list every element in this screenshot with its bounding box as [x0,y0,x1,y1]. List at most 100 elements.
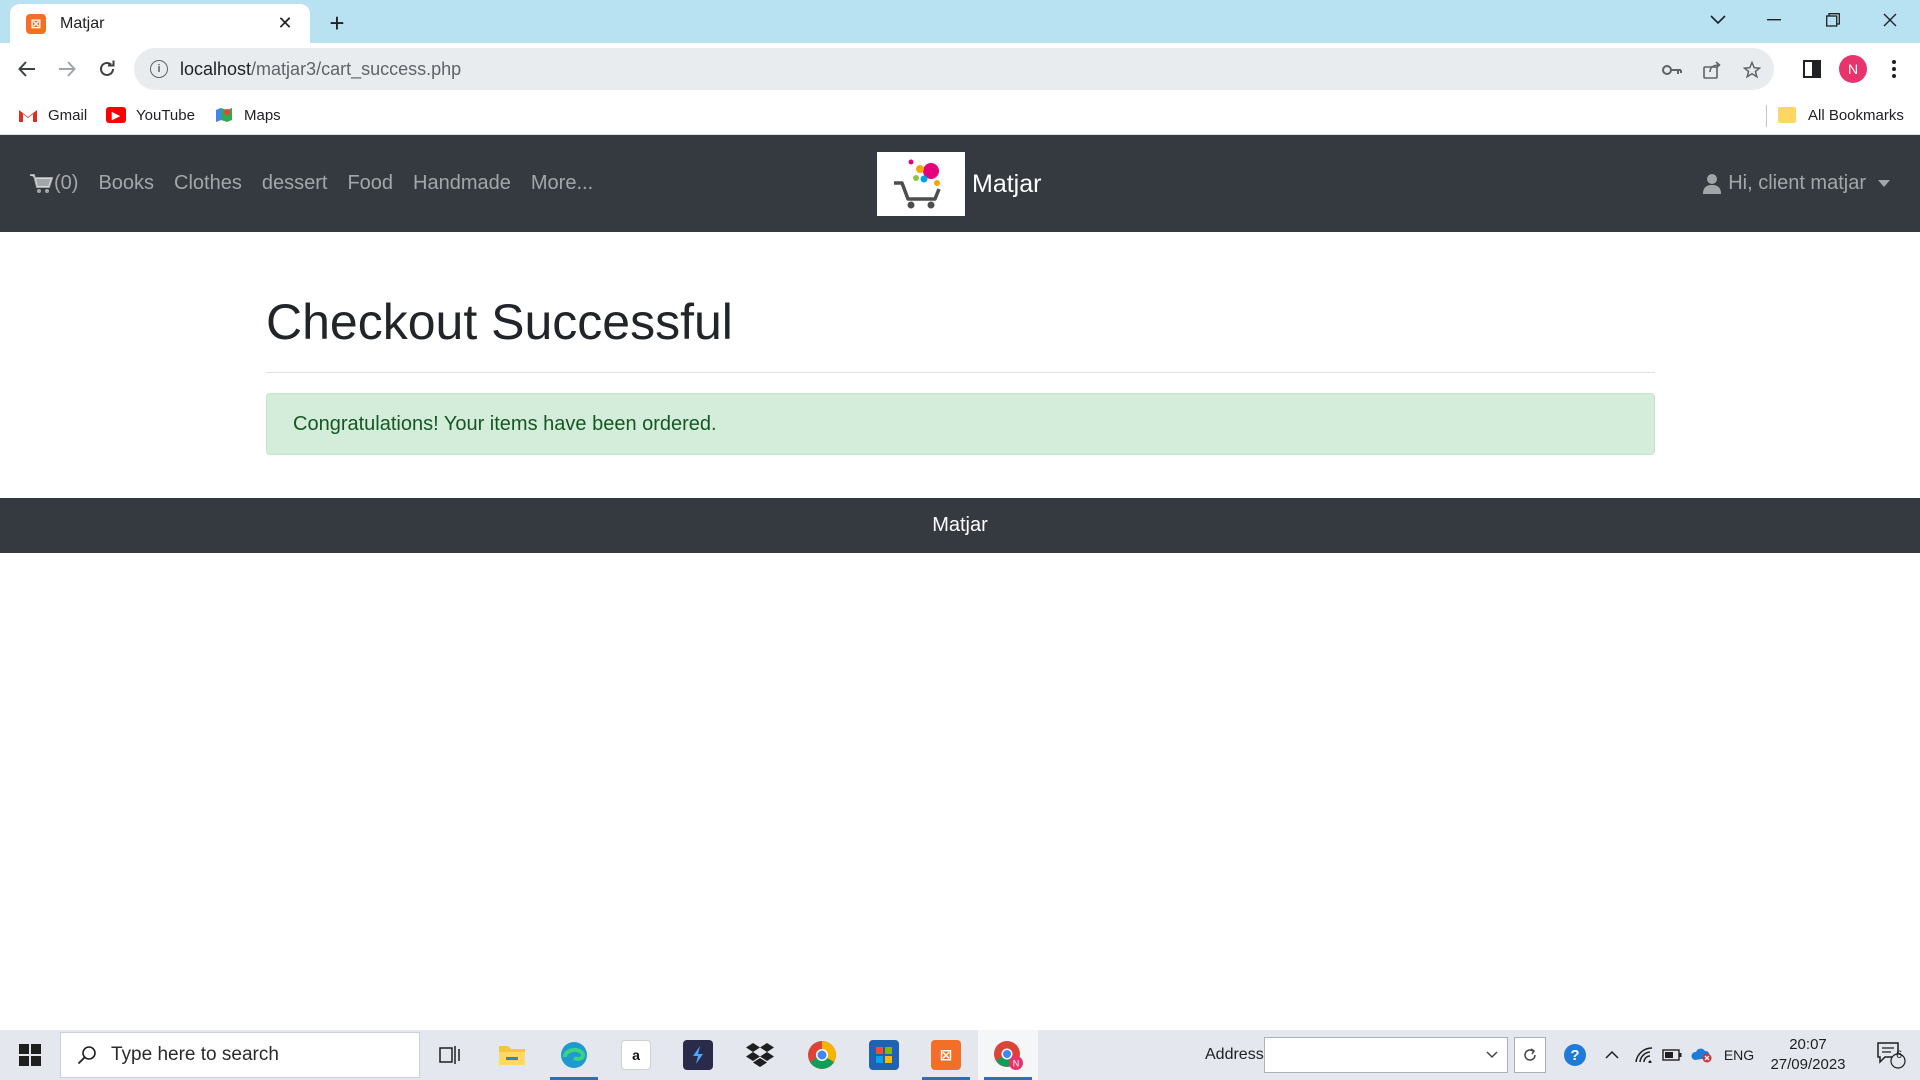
folder-icon [499,1046,525,1065]
taskbar-chrome[interactable] [792,1030,852,1080]
main-content: Checkout Successful Congratulations! You… [266,232,1655,455]
minimize-button[interactable] [1746,0,1802,40]
bookmark-maps[interactable]: Maps [214,103,281,127]
reload-button[interactable] [89,51,125,87]
success-alert-text: Congratulations! Your items have been or… [293,412,717,435]
help-button[interactable]: ? [1558,1030,1592,1080]
page-title: Checkout Successful [266,294,733,350]
url-path: /matjar3/cart_success.php [251,58,462,79]
browser-toolbar: i localhost/matjar3/cart_success.php N [0,43,1920,95]
chrome-icon [808,1041,836,1069]
language-indicator[interactable]: ENG [1720,1030,1758,1080]
nav-link-books[interactable]: Books [98,172,154,195]
bookmark-label: YouTube [136,106,195,124]
address-bar[interactable]: i localhost/matjar3/cart_success.php [134,48,1774,90]
shopping-cart-icon [30,173,54,193]
browser-menu-icon[interactable] [1876,51,1912,87]
address-toolbar-label: Address [1205,1046,1264,1063]
windows-taskbar: Type here to search a ⊠ N Address ? ENG … [0,1030,1920,1080]
bookmarks-divider [1766,105,1767,127]
url-text: localhost/matjar3/cart_success.php [180,59,461,80]
side-panel-icon[interactable] [1794,51,1830,87]
site-navbar: (0) Books Clothes dessert Food Handmade … [0,135,1920,232]
profile-avatar-button[interactable]: N [1835,51,1871,87]
taskbar-xampp[interactable]: ⊠ [916,1030,976,1080]
cart-count: (0) [54,172,79,194]
tab-search-chevron-icon[interactable] [1690,0,1746,40]
maps-icon [214,107,234,123]
footer-text: Matjar [932,514,988,536]
battery-status[interactable] [1658,1030,1686,1080]
youtube-icon: ▶ [106,107,126,123]
cloud-error-icon [1691,1048,1712,1063]
chrome-profile-icon: N [994,1041,1023,1070]
taskbar-file-explorer[interactable] [482,1030,542,1080]
system-clock[interactable]: 20:07 27/09/2023 [1760,1035,1856,1075]
cart-link[interactable]: (0) [30,172,78,195]
taskbar-store[interactable] [854,1030,914,1080]
browser-tab[interactable]: ⊠ Matjar ✕ [10,4,310,43]
brand-link[interactable]: Matjar [877,152,1041,216]
back-button[interactable] [9,51,45,87]
all-bookmarks-folder[interactable]: All Bookmarks [1778,103,1904,127]
bookmark-youtube[interactable]: ▶ YouTube [106,103,195,127]
battery-icon [1662,1049,1682,1061]
show-hidden-icons-button[interactable] [1598,1030,1626,1080]
clock-time: 20:07 [1789,1036,1827,1053]
user-icon [1703,173,1722,194]
search-placeholder: Type here to search [111,1044,279,1065]
taskbar-dropbox[interactable] [730,1030,790,1080]
nav-link-clothes[interactable]: Clothes [174,172,242,195]
svg-text:?: ? [1570,1047,1579,1064]
bookmark-star-icon[interactable] [1740,58,1764,82]
site-info-icon[interactable]: i [150,60,168,78]
user-dropdown[interactable]: Hi, client matjar [1703,135,1890,232]
address-toolbar-input[interactable] [1264,1037,1508,1073]
user-greeting: Hi, client matjar [1728,172,1866,194]
store-icon [869,1040,899,1070]
password-key-icon[interactable] [1660,58,1684,82]
taskbar-chrome-profile[interactable]: N [978,1030,1038,1080]
nav-link-more[interactable]: More... [531,172,593,195]
gmail-icon [18,107,38,123]
notification-center-button[interactable]: 6 [1862,1030,1920,1080]
address-refresh-button[interactable] [1514,1037,1546,1073]
wifi-status[interactable] [1630,1030,1658,1080]
success-alert: Congratulations! Your items have been or… [266,393,1655,455]
bookmark-label: Maps [244,106,281,124]
close-window-button[interactable] [1862,0,1918,40]
share-icon[interactable] [1700,58,1724,82]
tab-close-icon[interactable]: ✕ [274,13,296,34]
code-editor-icon [683,1040,713,1070]
forward-button[interactable] [49,51,85,87]
bookmarks-bar: Gmail ▶ YouTube Maps All Bookmarks [0,95,1920,135]
help-icon: ? [1564,1044,1586,1066]
chevron-down-icon[interactable] [1480,1042,1504,1068]
wifi-icon [1635,1047,1653,1063]
nav-link-handmade[interactable]: Handmade [413,172,511,195]
task-view-icon [439,1046,460,1064]
chevron-up-icon [1605,1051,1619,1059]
site-footer: Matjar [0,498,1920,553]
restore-button[interactable] [1805,0,1861,40]
dropbox-icon [746,1043,774,1067]
svg-text:N: N [1013,1059,1020,1069]
onedrive-status[interactable] [1688,1030,1716,1080]
taskbar-amazon[interactable]: a [606,1030,666,1080]
nav-link-dessert[interactable]: dessert [262,172,328,195]
caret-down-icon [1878,180,1890,187]
taskbar-visual-studio[interactable] [668,1030,728,1080]
taskbar-search-input[interactable]: Type here to search [60,1032,420,1078]
taskbar-edge[interactable] [544,1030,604,1080]
xampp-favicon-icon: ⊠ [26,13,46,34]
nav-link-food[interactable]: Food [347,172,393,195]
title-divider [266,372,1655,373]
tab-title: Matjar [60,14,105,32]
brand-logo [877,152,965,216]
bookmark-gmail[interactable]: Gmail [18,103,87,127]
new-tab-button[interactable]: + [322,8,352,38]
task-view-button[interactable] [420,1030,480,1080]
folder-icon [1778,107,1796,123]
notification-count: 6 [1895,1049,1903,1061]
start-button[interactable] [0,1030,60,1080]
